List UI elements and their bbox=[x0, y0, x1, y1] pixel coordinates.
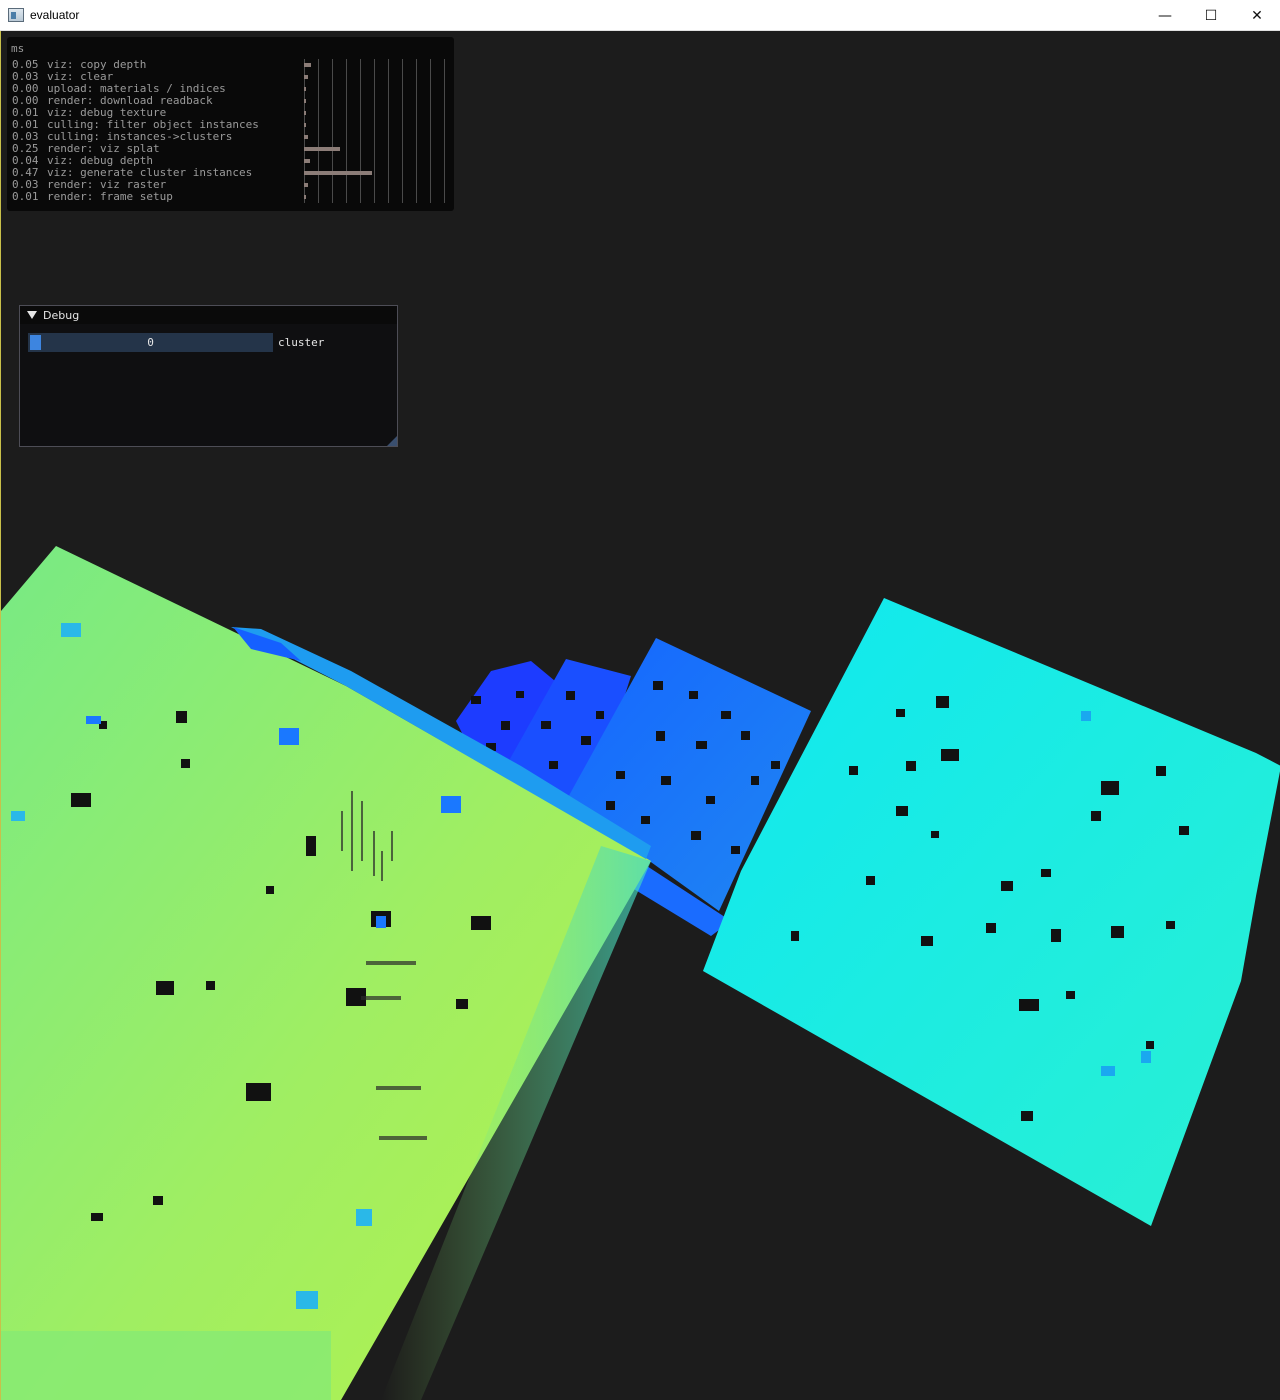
app-window-icon bbox=[8, 8, 24, 22]
profiler-gridline bbox=[304, 59, 305, 203]
profiler-bar-chart bbox=[304, 59, 449, 203]
profiler-bar bbox=[304, 123, 306, 127]
profiler-row-label: render: frame setup bbox=[47, 190, 173, 203]
profiler-bar bbox=[304, 75, 308, 79]
debug-window-title: Debug bbox=[43, 308, 80, 322]
near-cube bbox=[1, 546, 651, 1400]
profiler-overlay: ms 0.05 viz: copy depth 0.03 viz: clear 0.00… bbox=[7, 37, 454, 211]
profiler-bar bbox=[304, 195, 306, 199]
profiler-gridline bbox=[388, 59, 389, 203]
profiler-bar bbox=[304, 147, 340, 151]
maximize-button[interactable]: ☐ bbox=[1188, 0, 1234, 31]
profiler-gridline bbox=[360, 59, 361, 203]
profiler-gridline bbox=[332, 59, 333, 203]
profiler-bar bbox=[304, 63, 311, 67]
cluster-slider-value: 0 bbox=[147, 336, 154, 349]
profiler-bar bbox=[304, 171, 372, 175]
profiler-rows: 0.05 viz: copy depth 0.03 viz: clear 0.00 upl… bbox=[12, 59, 259, 203]
render-viewport[interactable]: ms 0.05 viz: copy depth 0.03 viz: clear 0.00… bbox=[0, 31, 1280, 1400]
profiler-bar bbox=[304, 111, 306, 115]
profiler-bar bbox=[304, 135, 308, 139]
profiler-unit-label: ms bbox=[11, 42, 25, 55]
collapse-arrow-icon[interactable] bbox=[27, 311, 37, 319]
debug-window-header[interactable]: Debug bbox=[20, 306, 397, 324]
profiler-row: 0.01 render: frame setup bbox=[12, 191, 259, 203]
profiler-gridline bbox=[444, 59, 445, 203]
profiler-gridline bbox=[430, 59, 431, 203]
cluster-slider-label: cluster bbox=[278, 336, 325, 349]
profiler-bar bbox=[304, 87, 306, 91]
cluster-slider-row: 0 cluster bbox=[28, 333, 324, 352]
minimize-button[interactable]: — bbox=[1142, 0, 1188, 31]
profiler-bar bbox=[304, 159, 310, 163]
right-cube bbox=[703, 598, 1280, 1226]
profiler-gridline bbox=[402, 59, 403, 203]
profiler-gridline bbox=[416, 59, 417, 203]
debug-window[interactable]: Debug 0 cluster bbox=[19, 305, 398, 447]
profiler-gridline bbox=[346, 59, 347, 203]
profiler-gridline bbox=[374, 59, 375, 203]
profiler-gridline bbox=[318, 59, 319, 203]
profiler-row-ms: 0.01 bbox=[12, 190, 39, 203]
profiler-bar bbox=[304, 183, 308, 187]
profiler-bar bbox=[304, 99, 306, 103]
window-controls: — ☐ ✕ bbox=[1142, 0, 1280, 31]
scene-render bbox=[1, 546, 1280, 1400]
title-bar[interactable]: evaluator — ☐ ✕ bbox=[0, 0, 1280, 31]
resize-grip-icon[interactable] bbox=[387, 436, 397, 446]
cluster-slider[interactable]: 0 bbox=[28, 333, 273, 352]
close-button[interactable]: ✕ bbox=[1234, 0, 1280, 31]
slider-grab-handle[interactable] bbox=[30, 335, 41, 350]
window-title: evaluator bbox=[30, 8, 80, 22]
